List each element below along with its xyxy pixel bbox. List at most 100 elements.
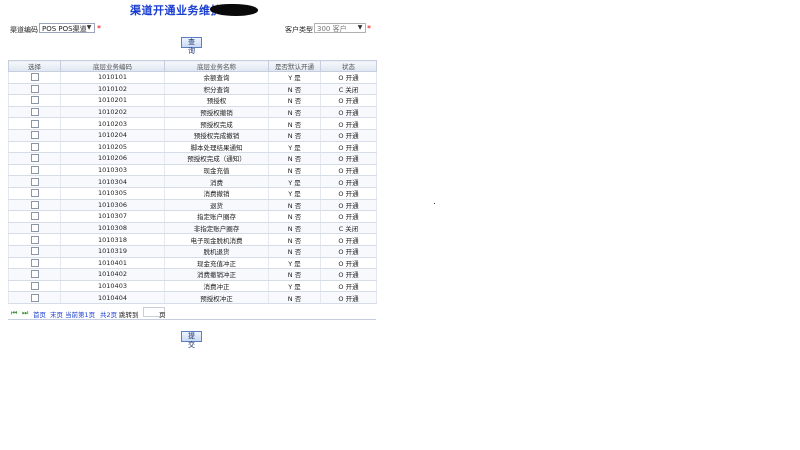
column-header-code[interactable]: 底层业务编码 — [60, 60, 165, 72]
row-checkbox[interactable] — [30, 224, 39, 233]
row-checkbox[interactable] — [30, 177, 39, 186]
column-header-select: 选择 — [8, 60, 61, 72]
table-row[interactable]: 1010205 脚本处理结果通知 Y 是O 开通 — [8, 141, 377, 154]
row-checkbox[interactable] — [30, 108, 39, 117]
cell-code: 1010402 — [60, 268, 165, 281]
cell-name: 余额查询 — [164, 71, 269, 84]
cell-code: 1010101 — [60, 71, 165, 84]
cell-code: 1010318 — [60, 233, 165, 246]
cell-code: 1010304 — [60, 175, 165, 188]
cell-name: 消费 — [164, 175, 269, 188]
table-row[interactable]: 1010401 现金充值冲正 Y 是O 开通 — [8, 257, 377, 270]
cell-status: O 开通 — [320, 175, 377, 188]
cell-status: O 开通 — [320, 141, 377, 154]
customer-type-label: 客户类型 — [285, 26, 313, 34]
cell-select — [8, 199, 61, 212]
cell-code: 1010305 — [60, 187, 165, 200]
cell-name: 现金充值冲正 — [164, 257, 269, 270]
table-row[interactable]: 1010403 消费冲正 Y 是O 开通 — [8, 280, 377, 293]
last-page-link[interactable]: 末页 — [50, 309, 63, 319]
cell-code: 1010204 — [60, 129, 165, 142]
channel-select[interactable]: POS POS渠道 ▼ — [39, 23, 95, 33]
cell-status: O 开通 — [320, 280, 377, 293]
table-row[interactable]: 1010101 余额查询 Y 是O 开通 — [8, 71, 377, 84]
cell-status: O 开通 — [320, 245, 377, 258]
row-checkbox[interactable] — [30, 235, 39, 244]
row-checkbox[interactable] — [30, 119, 39, 128]
cell-default: Y 是 — [268, 187, 321, 200]
cell-status: O 开通 — [320, 233, 377, 246]
cell-select — [8, 141, 61, 154]
table-row[interactable]: 1010303 现金充值 N 否O 开通 — [8, 164, 377, 177]
cell-code: 1010306 — [60, 199, 165, 212]
cell-name: 非指定账户圈存 — [164, 222, 269, 235]
row-checkbox[interactable] — [30, 293, 39, 302]
chevron-down-icon: ▼ — [357, 24, 363, 31]
cell-default: Y 是 — [268, 257, 321, 270]
submit-button[interactable]: 提交 — [181, 331, 202, 349]
row-checkbox[interactable] — [30, 189, 39, 198]
table-row[interactable]: 1010402 消费撤销冲正 N 否O 开通 — [8, 268, 377, 281]
table-row[interactable]: 1010404 预授权冲正 N 否O 开通 — [8, 291, 377, 304]
table-row[interactable]: 1010202 预授权撤销 N 否O 开通 — [8, 106, 377, 119]
table-row[interactable]: 1010319 脱机退货 N 否O 开通 — [8, 245, 377, 258]
cell-name: 预授权完成 — [164, 117, 269, 130]
cell-default: N 否 — [268, 210, 321, 223]
last-page-icon[interactable]: ⏭ — [22, 309, 28, 318]
table-row[interactable]: 1010201 预授权 N 否O 开通 — [8, 94, 377, 107]
pagination-bar: ⏮ ⏭ 首页 末页 当前第1页 共2页 跳转到 页 — [8, 307, 376, 320]
first-page-link[interactable]: 首页 — [33, 309, 46, 319]
first-page-icon[interactable]: ⏮ — [11, 309, 17, 318]
cell-select — [8, 257, 61, 270]
row-checkbox[interactable] — [30, 96, 39, 105]
cell-default: Y 是 — [268, 175, 321, 188]
row-checkbox[interactable] — [30, 84, 39, 93]
cell-select — [8, 233, 61, 246]
cell-name: 电子现金脱机消费 — [164, 233, 269, 246]
row-checkbox[interactable] — [30, 270, 39, 279]
table-row[interactable]: 1010307 指定账户圈存 N 否O 开通 — [8, 210, 377, 223]
current-page-text: 当前第1页 — [65, 311, 96, 319]
row-checkbox[interactable] — [30, 73, 39, 82]
total-pages-text: 共2页 — [100, 311, 118, 319]
cell-select — [8, 210, 61, 223]
query-button[interactable]: 查询 — [181, 37, 202, 55]
table-row[interactable]: 1010206 预授权完成（通知） N 否O 开通 — [8, 152, 377, 165]
table-row[interactable]: 1010305 消费撤销 Y 是O 开通 — [8, 187, 377, 200]
cell-default: N 否 — [268, 106, 321, 119]
cell-select — [8, 129, 61, 142]
cell-code: 1010307 — [60, 210, 165, 223]
row-checkbox[interactable] — [30, 247, 39, 256]
row-checkbox[interactable] — [30, 166, 39, 175]
cell-code: 1010308 — [60, 222, 165, 235]
page-title: 渠道开通业务维护 — [130, 4, 222, 17]
table-row[interactable]: 1010102 积分查询 N 否C 关闭 — [8, 83, 377, 96]
row-checkbox[interactable] — [30, 142, 39, 151]
cell-select — [8, 222, 61, 235]
column-header-name[interactable]: 底层业务名称 — [164, 60, 269, 72]
cell-status: O 开通 — [320, 71, 377, 84]
table-row[interactable]: 1010306 退货 N 否O 开通 — [8, 199, 377, 212]
row-checkbox[interactable] — [30, 212, 39, 221]
column-header-status[interactable]: 状态 — [320, 60, 377, 72]
row-checkbox[interactable] — [30, 258, 39, 267]
column-header-default[interactable]: 是否默认开通 — [268, 60, 321, 72]
table-row[interactable]: 1010308 非指定账户圈存 N 否C 关闭 — [8, 222, 377, 235]
table-row[interactable]: 1010318 电子现金脱机消费 N 否O 开通 — [8, 233, 377, 246]
table-row[interactable]: 1010204 预授权完成撤销 N 否O 开通 — [8, 129, 377, 142]
cell-select — [8, 187, 61, 200]
cell-select — [8, 245, 61, 258]
cell-default: N 否 — [268, 268, 321, 281]
row-checkbox[interactable] — [30, 200, 39, 209]
row-checkbox[interactable] — [30, 154, 39, 163]
row-checkbox[interactable] — [30, 281, 39, 290]
cell-status: O 开通 — [320, 257, 377, 270]
cell-code: 1010203 — [60, 117, 165, 130]
cell-name: 指定账户圈存 — [164, 210, 269, 223]
cell-status: O 开通 — [320, 291, 377, 304]
customer-type-select[interactable]: 300 客户 ▼ — [314, 23, 366, 33]
row-checkbox[interactable] — [30, 131, 39, 140]
cell-name: 退货 — [164, 199, 269, 212]
table-row[interactable]: 1010203 预授权完成 N 否O 开通 — [8, 117, 377, 130]
table-row[interactable]: 1010304 消费 Y 是O 开通 — [8, 175, 377, 188]
